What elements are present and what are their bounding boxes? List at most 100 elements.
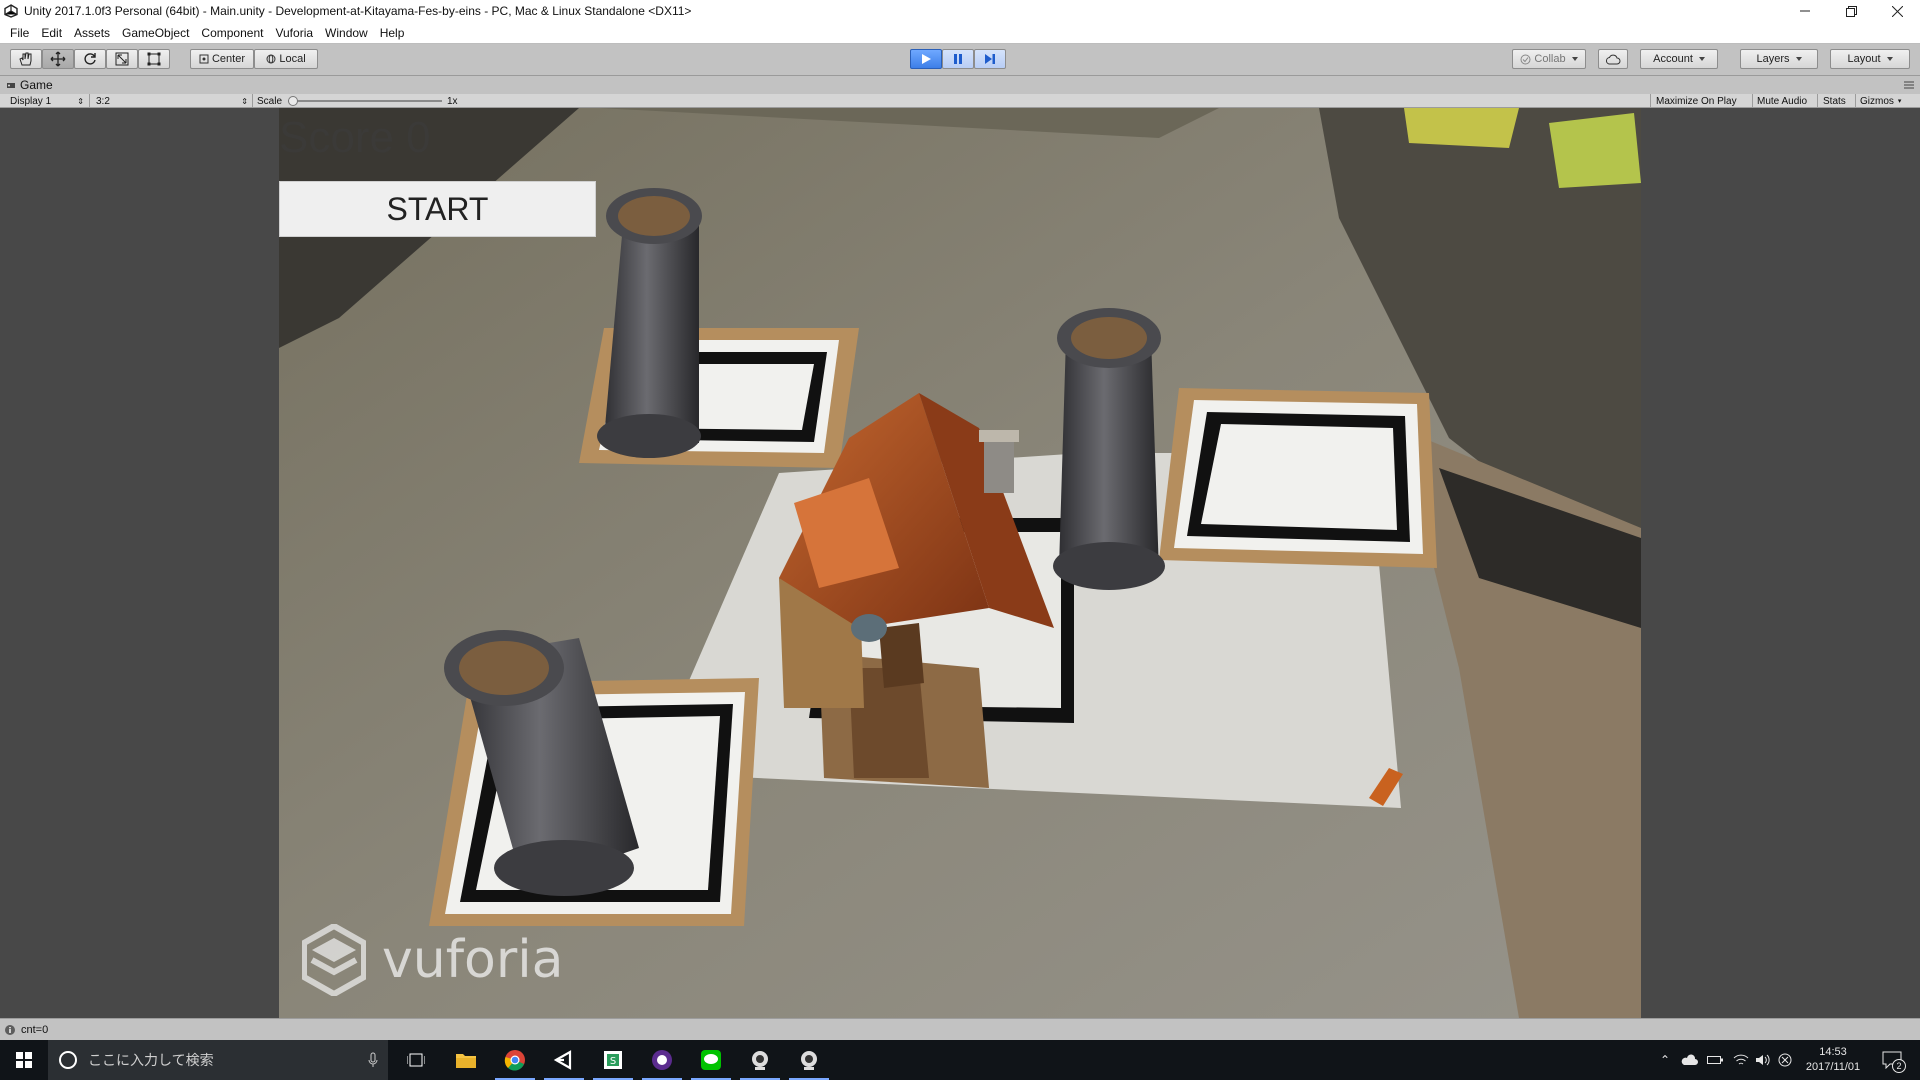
pause-button[interactable] bbox=[942, 49, 974, 69]
minimize-button[interactable] bbox=[1782, 0, 1828, 22]
menu-component[interactable]: Component bbox=[195, 26, 269, 40]
maximize-on-play-toggle[interactable]: Maximize On Play bbox=[1656, 94, 1737, 108]
menu-window[interactable]: Window bbox=[319, 26, 374, 40]
unity-icon bbox=[553, 1050, 572, 1070]
cloud-icon bbox=[1605, 54, 1621, 64]
rotate-tool-button[interactable] bbox=[74, 49, 106, 69]
menu-bar: File Edit Assets GameObject Component Vu… bbox=[0, 22, 1920, 44]
taskbar-search-box[interactable]: ここに入力して検索 bbox=[48, 1040, 388, 1080]
minimize-icon bbox=[1800, 10, 1810, 12]
unity-logo-icon bbox=[4, 4, 18, 18]
title-bar: Unity 2017.1.0f3 Personal (64bit) - Main… bbox=[0, 0, 1920, 22]
window-title: Unity 2017.1.0f3 Personal (64bit) - Main… bbox=[24, 4, 692, 18]
gizmos-label: Gizmos bbox=[1860, 95, 1894, 107]
taskbar-line[interactable] bbox=[687, 1040, 735, 1080]
play-button[interactable] bbox=[910, 49, 942, 69]
chevron-down-icon: ▾ bbox=[1897, 98, 1902, 105]
move-tool-button[interactable] bbox=[42, 49, 74, 69]
menu-help[interactable]: Help bbox=[374, 26, 411, 40]
account-dropdown[interactable]: Account bbox=[1640, 49, 1718, 69]
search-placeholder: ここに入力して検索 bbox=[88, 1052, 214, 1068]
scale-tool-icon bbox=[115, 52, 129, 66]
rotate-tool-icon bbox=[84, 53, 96, 65]
mute-audio-toggle[interactable]: Mute Audio bbox=[1757, 94, 1807, 108]
task-view-button[interactable] bbox=[392, 1040, 440, 1080]
wifi-icon[interactable] bbox=[1730, 1040, 1752, 1080]
chrome-icon bbox=[504, 1050, 525, 1071]
gizmos-toggle[interactable]: Gizmos ▾ bbox=[1860, 94, 1901, 108]
app-circle-icon bbox=[652, 1050, 672, 1070]
updown-arrow-icon: ⇕ bbox=[241, 96, 248, 106]
scale-value: 1x bbox=[447, 95, 458, 107]
clock-date: 2017/11/01 bbox=[1805, 1061, 1861, 1073]
menu-gameobject[interactable]: GameObject bbox=[116, 26, 195, 40]
taskbar-explorer[interactable] bbox=[442, 1040, 490, 1080]
start-button[interactable]: START bbox=[279, 181, 596, 237]
layout-label: Layout bbox=[1847, 53, 1881, 65]
close-button[interactable] bbox=[1874, 0, 1920, 22]
microphone-icon[interactable] bbox=[368, 1052, 378, 1068]
layers-dropdown[interactable]: Layers bbox=[1740, 49, 1818, 69]
display-label: Display 1 bbox=[10, 95, 52, 107]
start-menu-button[interactable] bbox=[0, 1040, 48, 1080]
menu-assets[interactable]: Assets bbox=[68, 26, 116, 40]
taskbar-app-6[interactable] bbox=[736, 1040, 784, 1080]
check-circle-icon bbox=[1520, 54, 1531, 64]
pivot-rotation-label: Local bbox=[279, 53, 306, 65]
clock-time: 14:53 bbox=[1819, 1046, 1847, 1058]
collab-dropdown[interactable]: Collab bbox=[1512, 49, 1586, 69]
scale-slider-thumb[interactable] bbox=[288, 96, 298, 106]
display-dropdown[interactable]: Display 1 ⇕ bbox=[10, 94, 84, 108]
windows-taskbar: ここに入力して検索 S ⌃ 14:53 2017/11/01 2 bbox=[0, 1040, 1920, 1080]
scale-slider[interactable] bbox=[288, 94, 442, 108]
pivot-rotation-button[interactable]: Local bbox=[254, 49, 318, 69]
pivot-center-icon bbox=[199, 54, 209, 64]
game-controller-icon bbox=[7, 83, 15, 88]
taskbar-app-purple[interactable] bbox=[638, 1040, 686, 1080]
webcam-icon bbox=[801, 1051, 817, 1070]
notification-badge: 2 bbox=[1892, 1059, 1906, 1073]
taskbar-visual-studio[interactable]: S bbox=[589, 1040, 637, 1080]
folder-icon bbox=[456, 1054, 476, 1068]
aspect-dropdown[interactable]: 3:2 ⇕ bbox=[96, 94, 248, 108]
game-tab-bar: Game bbox=[0, 76, 1920, 94]
vuforia-watermark: vuforia bbox=[302, 922, 564, 998]
battery-icon[interactable] bbox=[1704, 1040, 1726, 1080]
menu-file[interactable]: File bbox=[4, 26, 35, 40]
globe-icon bbox=[266, 54, 276, 64]
stats-toggle[interactable]: Stats bbox=[1823, 94, 1846, 108]
ar-scene-illustration bbox=[279, 108, 1641, 1018]
taskbar-unity[interactable] bbox=[540, 1040, 588, 1080]
tray-chevron-up-icon[interactable]: ⌃ bbox=[1656, 1040, 1674, 1080]
menu-edit[interactable]: Edit bbox=[35, 26, 68, 40]
pivot-mode-button[interactable]: Center bbox=[190, 49, 254, 69]
taskbar-app-7[interactable] bbox=[785, 1040, 833, 1080]
pivot-mode-label: Center bbox=[211, 53, 246, 65]
panel-menu-icon[interactable] bbox=[1904, 80, 1914, 90]
windows-logo-icon bbox=[16, 1052, 32, 1068]
move-tool-icon bbox=[50, 51, 66, 67]
tab-game[interactable]: Game bbox=[0, 76, 61, 94]
restore-button[interactable] bbox=[1828, 0, 1874, 22]
console-message: cnt=0 bbox=[21, 1023, 49, 1036]
action-center-button[interactable]: 2 bbox=[1872, 1040, 1912, 1080]
info-icon bbox=[5, 1024, 15, 1035]
status-bar[interactable]: cnt=0 bbox=[0, 1018, 1920, 1040]
ar-camera-feed bbox=[279, 108, 1641, 1018]
ime-off-icon[interactable] bbox=[1774, 1040, 1796, 1080]
onedrive-icon[interactable] bbox=[1678, 1040, 1700, 1080]
volume-icon[interactable] bbox=[1752, 1040, 1774, 1080]
scale-tool-button[interactable] bbox=[106, 49, 138, 69]
step-button[interactable] bbox=[974, 49, 1006, 69]
taskbar-chrome[interactable] bbox=[491, 1040, 539, 1080]
cloud-button[interactable] bbox=[1598, 49, 1628, 69]
clock[interactable]: 14:53 2017/11/01 bbox=[1798, 1040, 1868, 1080]
restore-icon bbox=[1845, 5, 1857, 17]
layout-dropdown[interactable]: Layout bbox=[1830, 49, 1910, 69]
menu-vuforia[interactable]: Vuforia bbox=[269, 26, 319, 40]
updown-arrow-icon: ⇕ bbox=[77, 96, 84, 106]
close-icon bbox=[1891, 5, 1903, 17]
score-text: Score 0 bbox=[279, 113, 431, 162]
hand-tool-button[interactable] bbox=[10, 49, 42, 69]
rect-tool-button[interactable] bbox=[138, 49, 170, 69]
